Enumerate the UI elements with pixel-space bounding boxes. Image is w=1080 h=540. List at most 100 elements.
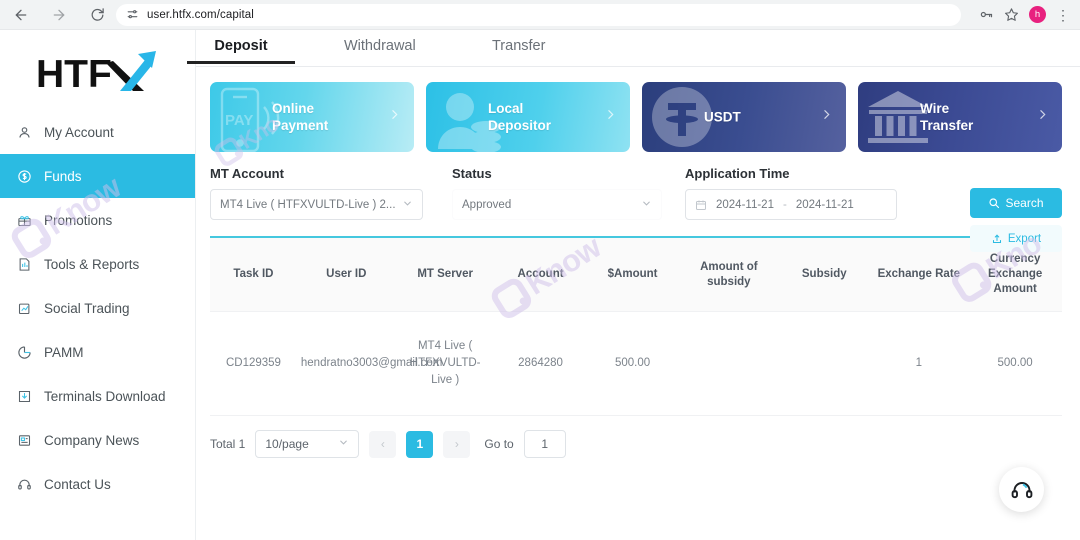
sidebar-item-pamm[interactable]: PAMM: [0, 330, 195, 374]
prev-page-button[interactable]: ‹: [369, 430, 397, 458]
sidebar-item-promotions[interactable]: Promotions: [0, 198, 195, 242]
search-button[interactable]: Search: [970, 188, 1062, 218]
sidebar-item-label: Contact Us: [44, 476, 111, 492]
transactions-table: Task ID User ID MT Server Account $Amoun…: [210, 236, 1062, 416]
mt-account-select[interactable]: MT4 Live ( HTFXVULTD-Live ) 2...: [210, 189, 423, 220]
table-row[interactable]: CD129359 hendratno3003@gmail.com MT4 Liv…: [210, 311, 1062, 416]
tab-withdrawal[interactable]: Withdrawal: [344, 30, 416, 63]
browser-actions: h ⋮: [979, 6, 1072, 23]
password-key-icon[interactable]: [979, 7, 994, 22]
status-select[interactable]: Approved: [452, 189, 662, 220]
column-header-subsidy: Subsidy: [779, 238, 870, 312]
reload-icon[interactable]: [84, 2, 110, 28]
date-range-picker[interactable]: 2024-11-21 - 2024-11-21: [685, 189, 897, 220]
url-text: user.htfx.com/capital: [147, 8, 254, 21]
sidebar: HTF My Account Funds Promotions Tools & …: [0, 30, 196, 540]
cell-mt-server: MT4 Live ( HTFXVULTD-Live ): [395, 311, 495, 416]
headset-icon: [1010, 478, 1034, 502]
address-bar[interactable]: user.htfx.com/capital: [116, 3, 961, 26]
cell-amount-of-subsidy: [678, 311, 780, 416]
cell-user-id: hendratno3003@gmail.com: [296, 311, 442, 416]
sidebar-item-tools-reports[interactable]: Tools & Reports: [0, 242, 195, 286]
search-button-label: Search: [1005, 196, 1044, 210]
payment-card-label: Local Depositor: [488, 101, 552, 133]
cell-task-id: CD129359: [210, 311, 297, 416]
sidebar-item-label: Tools & Reports: [44, 256, 140, 272]
user-icon: [16, 124, 33, 141]
sidebar-item-label: My Account: [44, 124, 114, 140]
back-arrow-icon[interactable]: [8, 2, 34, 28]
search-icon: [988, 197, 1000, 209]
tab-deposit[interactable]: Deposit: [187, 30, 295, 64]
dollar-circle-icon: [16, 168, 33, 185]
goto-label: Go to: [484, 437, 514, 451]
sidebar-item-label: PAMM: [44, 344, 84, 360]
main-content: Deposit Withdrawal Transfer PAY Online P…: [187, 30, 1080, 540]
chevron-right-icon: [1036, 108, 1049, 126]
chevron-down-icon: [338, 437, 349, 451]
payment-card-usdt[interactable]: USDT: [642, 82, 846, 152]
column-header-amount: $Amount: [586, 238, 679, 312]
column-header-account: Account: [494, 238, 587, 312]
trending-chart-icon: [16, 300, 33, 317]
sidebar-item-contact-us[interactable]: Contact Us: [0, 462, 195, 506]
export-button[interactable]: Export: [970, 225, 1062, 252]
deposit-tabs: Deposit Withdrawal Transfer: [187, 30, 1080, 67]
page-size-value: 10/page: [265, 437, 309, 451]
pie-chart-icon: [16, 344, 33, 361]
star-icon[interactable]: [1004, 7, 1019, 22]
page-size-select[interactable]: 10/page: [255, 430, 360, 458]
site-settings-icon[interactable]: [126, 8, 139, 21]
column-header-task-id: Task ID: [210, 238, 297, 312]
sidebar-item-social-trading[interactable]: Social Trading: [0, 286, 195, 330]
export-button-label: Export: [1007, 232, 1042, 245]
sidebar-item-my-account[interactable]: My Account: [0, 110, 195, 154]
sidebar-item-label: Funds: [44, 168, 82, 184]
tab-transfer[interactable]: Transfer: [488, 30, 550, 63]
app-root: HTF My Account Funds Promotions Tools & …: [0, 30, 1080, 540]
mt-account-value: MT4 Live ( HTFXVULTD-Live ) 2...: [220, 198, 396, 211]
chevron-down-icon: [402, 198, 413, 212]
chevron-down-icon: [641, 198, 652, 212]
svg-text:HTF: HTF: [36, 53, 112, 96]
page-button-1[interactable]: 1: [406, 430, 434, 458]
upload-icon: [991, 233, 1003, 245]
kebab-menu-icon[interactable]: ⋮: [1056, 8, 1070, 22]
gift-icon: [16, 212, 33, 229]
filter-label: Status: [452, 166, 492, 181]
goto-page-input[interactable]: 1: [523, 430, 566, 458]
total-count-label: Total 1: [210, 437, 246, 451]
filter-bar: MT Account MT4 Live ( HTFXVULTD-Live ) 2…: [196, 152, 1080, 252]
news-icon: [16, 432, 33, 449]
sidebar-item-terminals-download[interactable]: Terminals Download: [0, 374, 195, 418]
payment-card-label: USDT: [704, 109, 741, 125]
cell-amount: 500.00: [586, 311, 679, 416]
chevron-right-icon: [388, 108, 401, 126]
sidebar-item-label: Company News: [44, 432, 140, 448]
status-value: Approved: [462, 198, 512, 211]
column-header-amount-of-subsidy: Amount of subsidy: [678, 238, 780, 312]
sidebar-item-label: Terminals Download: [44, 388, 166, 404]
date-range-start: 2024-11-21: [716, 198, 774, 211]
column-header-exchange-rate: Exchange Rate: [869, 238, 969, 312]
report-chart-icon: [16, 256, 33, 273]
next-page-button[interactable]: ›: [443, 430, 471, 458]
support-button[interactable]: [999, 467, 1044, 512]
cell-subsidy: [779, 311, 870, 416]
svg-text:PAY: PAY: [225, 112, 253, 129]
payment-card-local-depositor[interactable]: Local Depositor: [426, 82, 630, 152]
filter-label: Application Time: [685, 166, 790, 181]
filter-status: Status Approved: [452, 166, 685, 220]
sidebar-item-funds[interactable]: Funds: [0, 154, 195, 198]
payment-card-wire-transfer[interactable]: Wire Transfer: [858, 82, 1062, 152]
brand-logo[interactable]: HTF: [0, 30, 195, 110]
chevron-right-icon: [604, 108, 617, 126]
forward-arrow-icon[interactable]: [46, 2, 72, 28]
table-header-row: Task ID User ID MT Server Account $Amoun…: [210, 238, 1062, 312]
headset-icon: [16, 476, 33, 493]
avatar[interactable]: h: [1029, 6, 1046, 23]
sidebar-item-label: Social Trading: [44, 300, 130, 316]
sidebar-item-company-news[interactable]: Company News: [0, 418, 195, 462]
payment-card-online-payment[interactable]: PAY Online Payment: [210, 82, 414, 152]
sidebar-item-label: Promotions: [44, 212, 113, 228]
